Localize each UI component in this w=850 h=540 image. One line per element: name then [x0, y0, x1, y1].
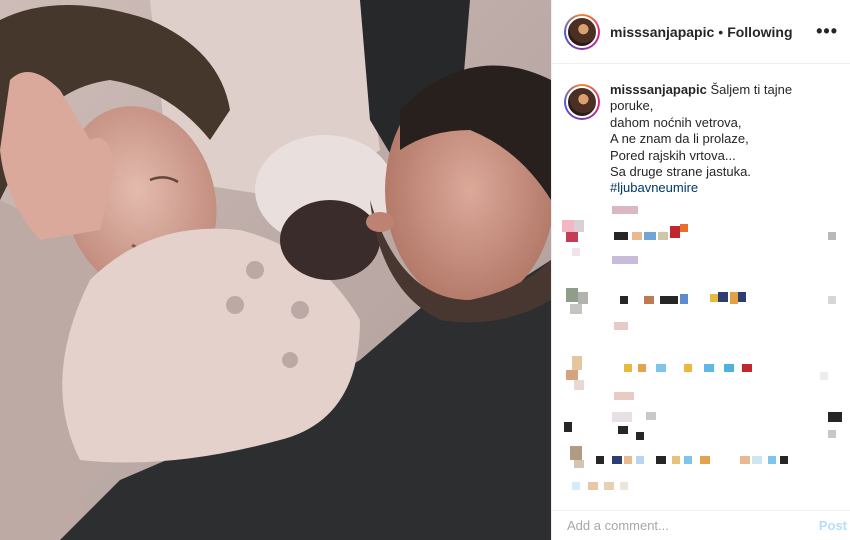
caption-line: Sa druge strane jastuka.: [610, 164, 751, 180]
add-comment-input[interactable]: [567, 518, 819, 533]
caption-line: Pored rajskih vrtova...: [610, 147, 736, 163]
caption-text: misssanjapapic Šaljem ti tajne poruke, d…: [610, 82, 838, 197]
author-avatar[interactable]: [564, 13, 600, 50]
caption-hashtag[interactable]: #ljubavneumire: [610, 180, 838, 196]
following-button[interactable]: Following: [727, 24, 792, 40]
caption-avatar[interactable]: [564, 84, 600, 120]
more-options-icon[interactable]: •••: [816, 21, 838, 42]
post-caption: misssanjapapic Šaljem ti tajne poruke, d…: [552, 64, 850, 197]
family-photo-image: [0, 0, 551, 540]
post-photo[interactable]: [0, 0, 551, 540]
caption-line: dahom noćnih vetrova,: [610, 114, 742, 130]
post-header: misssanjapapic • Following •••: [552, 0, 850, 64]
caption-line: A ne znam da li prolaze,: [610, 131, 749, 147]
post-sidebar: misssanjapapic • Following ••• misssanja…: [551, 0, 850, 540]
post-comment-button[interactable]: Post: [819, 518, 847, 533]
obscured-comments: [552, 196, 850, 496]
header-separator: •: [718, 23, 724, 40]
comment-bar: Post: [552, 510, 850, 540]
author-username[interactable]: misssanjapapic: [610, 24, 714, 40]
caption-username[interactable]: misssanjapapic: [610, 82, 707, 97]
